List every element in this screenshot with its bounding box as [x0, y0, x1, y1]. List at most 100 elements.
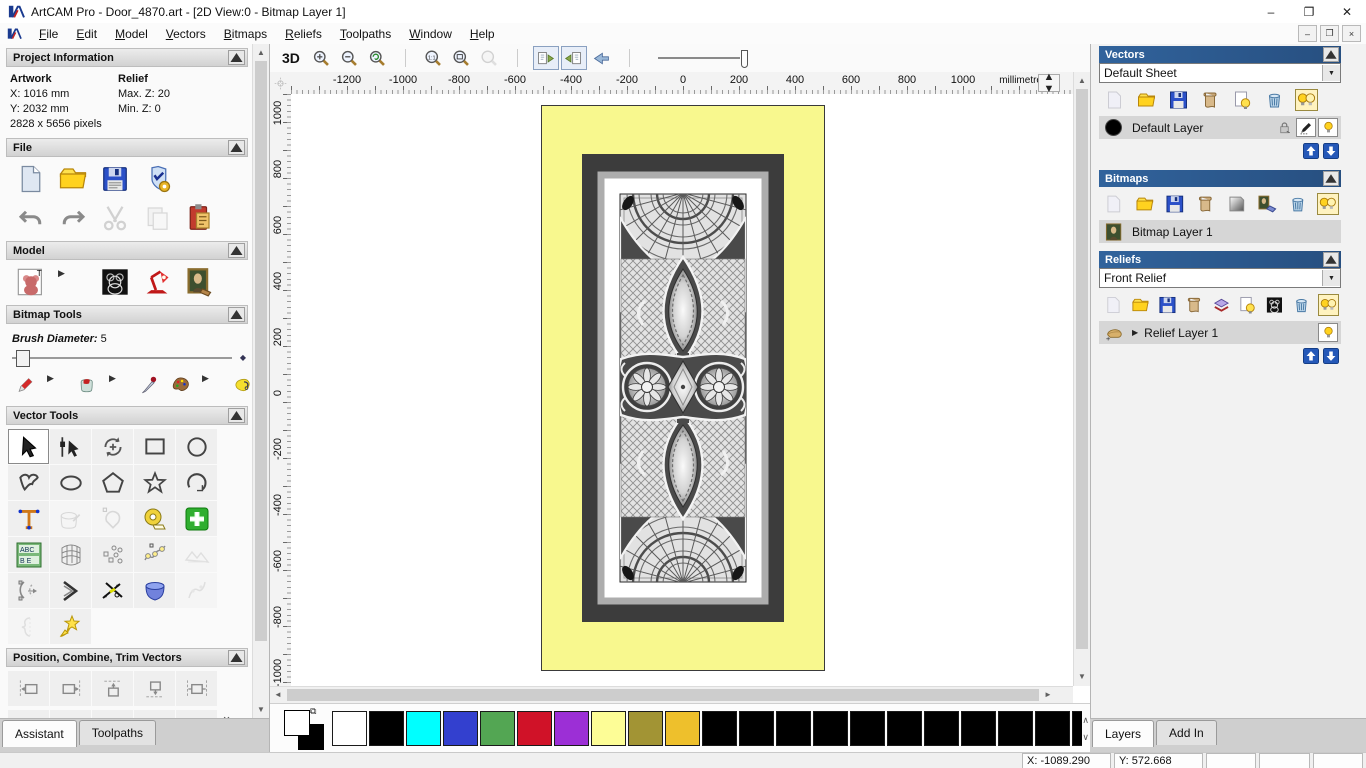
menu-item[interactable]: Window [400, 25, 461, 43]
new-document-icon[interactable] [16, 164, 46, 194]
align-bottom-icon[interactable] [134, 671, 175, 706]
palette-swatch[interactable] [517, 711, 552, 746]
palette-swatch[interactable] [332, 711, 367, 746]
layer-colour-swatch[interactable] [1105, 119, 1122, 136]
move-layer-down-button[interactable] [1323, 348, 1339, 364]
scroll-right-icon[interactable]: ► [1041, 687, 1055, 701]
primary-colour-swatch[interactable] [284, 709, 310, 736]
center-page-icon[interactable] [50, 710, 91, 718]
palette-swatch[interactable] [850, 711, 885, 746]
bulbs-icon[interactable] [1318, 294, 1340, 316]
relief-layer-row[interactable]: + ▶ Relief Layer 1 [1099, 321, 1341, 344]
collapse-up-icon[interactable] [228, 50, 245, 65]
palette-swatch[interactable] [1035, 711, 1070, 746]
zoom-in-icon[interactable] [309, 46, 335, 70]
fade-bitmap-icon[interactable] [589, 46, 615, 70]
toggle-page-right-icon[interactable] [560, 46, 587, 70]
link-colours-icon[interactable]: ⧉ [310, 706, 316, 717]
polygon-tool-icon[interactable] [92, 465, 133, 500]
envelope-distort-icon[interactable] [50, 537, 91, 572]
panel-tab[interactable]: Add In [1156, 720, 1217, 745]
move-layer-up-button[interactable] [1303, 348, 1319, 364]
expander-icon[interactable]: ▶ [1132, 328, 1138, 337]
wrap-vectors-icon[interactable] [134, 573, 175, 608]
palette-swatch[interactable] [924, 711, 959, 746]
menu-item[interactable]: Vectors [157, 25, 215, 43]
rectangle-tool-icon[interactable] [134, 429, 175, 464]
toggle-3d-view-button[interactable]: 3D [282, 50, 300, 66]
palette-swatch[interactable] [628, 711, 663, 746]
align-top-icon[interactable] [92, 671, 133, 706]
open-folder-icon[interactable] [58, 164, 88, 194]
fit-points-icon[interactable] [134, 537, 175, 572]
trash-icon[interactable] [1287, 193, 1309, 215]
mirror-profile-icon[interactable] [8, 609, 49, 644]
model-canvas[interactable] [291, 94, 1073, 686]
restore-button[interactable]: ❐ [1290, 1, 1328, 23]
text-tool-icon[interactable] [8, 501, 49, 536]
collapse-up-icon[interactable] [228, 408, 245, 423]
lighting-icon[interactable] [142, 267, 172, 297]
transform-icon[interactable] [92, 429, 133, 464]
page-new-icon[interactable] [1103, 89, 1126, 111]
brush-diameter-slider[interactable]: ◆ [12, 349, 246, 367]
menu-item[interactable]: Reliefs [276, 25, 331, 43]
slider-handle[interactable] [16, 350, 30, 367]
collapse-up-icon[interactable] [228, 140, 245, 155]
bitmaps-header[interactable]: Bitmaps [1099, 170, 1341, 187]
trash-icon[interactable] [1291, 294, 1312, 316]
bulbs-icon[interactable] [1295, 89, 1318, 111]
set-model-size-icon[interactable]: T [16, 267, 46, 297]
palette-swatch[interactable] [480, 711, 515, 746]
align-right-icon[interactable] [50, 671, 91, 706]
save-s-icon[interactable] [1157, 294, 1178, 316]
flyout-icon[interactable]: ▶ [58, 267, 88, 297]
scroll-up-icon[interactable]: ▲ [254, 45, 268, 60]
paste-along-curve-icon[interactable] [92, 537, 133, 572]
palette-scroll-up-icon[interactable]: ∧ [1082, 715, 1089, 726]
measure-tool-icon[interactable] [134, 501, 175, 536]
model-section-header[interactable]: Model [6, 241, 248, 260]
chevron-down-icon[interactable]: ▼ [1322, 270, 1340, 286]
toggle-page-left-icon[interactable] [532, 46, 559, 70]
flyout-icon[interactable]: ▶ [47, 372, 66, 398]
palette-swatch[interactable] [776, 711, 811, 746]
trash-icon[interactable] [1263, 89, 1286, 111]
relief-selector[interactable]: Front Relief ▼ [1099, 268, 1341, 288]
circle-tool-icon[interactable] [176, 429, 217, 464]
fit-spline-icon[interactable] [176, 537, 217, 572]
palette-swatch[interactable] [1072, 711, 1083, 746]
paint-bucket-icon[interactable] [78, 372, 97, 398]
primary-secondary-colours[interactable]: ⧉ [284, 706, 330, 750]
offset-tool-icon[interactable] [92, 501, 133, 536]
sep-icon[interactable] [617, 46, 643, 70]
collapse-up-icon[interactable] [1323, 47, 1339, 62]
assistant-tab[interactable]: Assistant [2, 720, 77, 747]
canvas-vertical-scrollbar[interactable]: ▲ ▼ [1073, 72, 1091, 686]
file-section-header[interactable]: File [6, 138, 248, 157]
mona-arrow-icon[interactable] [1256, 193, 1278, 215]
bulb-icon[interactable] [1318, 323, 1338, 342]
palette-swatch[interactable] [702, 711, 737, 746]
select-cursor-icon[interactable] [8, 429, 49, 464]
palette-swatch[interactable] [887, 711, 922, 746]
bulb-page-icon[interactable] [1231, 89, 1254, 111]
palette-scroll-down-icon[interactable]: ∨ [1082, 732, 1089, 743]
scroll-down-icon[interactable]: ▼ [1075, 669, 1089, 684]
vector-doctor-icon[interactable] [50, 501, 91, 536]
cut-icon[interactable] [100, 203, 130, 233]
vector-sheet-selector[interactable]: Default Sheet ▼ [1099, 63, 1341, 83]
move-layer-up-button[interactable] [1303, 143, 1319, 159]
sheet-scroll-icon[interactable] [1199, 89, 1222, 111]
teddy-dark-s-icon[interactable] [1264, 294, 1285, 316]
palette-swatch[interactable] [591, 711, 626, 746]
menu-item[interactable]: File [30, 25, 67, 43]
scroll-left-icon[interactable]: ◄ [271, 687, 285, 701]
zoom-fit-icon[interactable] [449, 46, 475, 70]
undo-icon[interactable] [16, 203, 46, 233]
notes-icon[interactable] [184, 203, 214, 233]
minimize-button[interactable]: – [1252, 1, 1290, 23]
pen-edit-icon[interactable] [1296, 118, 1316, 137]
mdi-restore-button[interactable]: ❐ [1320, 25, 1339, 42]
paste-icon[interactable] [142, 203, 172, 233]
